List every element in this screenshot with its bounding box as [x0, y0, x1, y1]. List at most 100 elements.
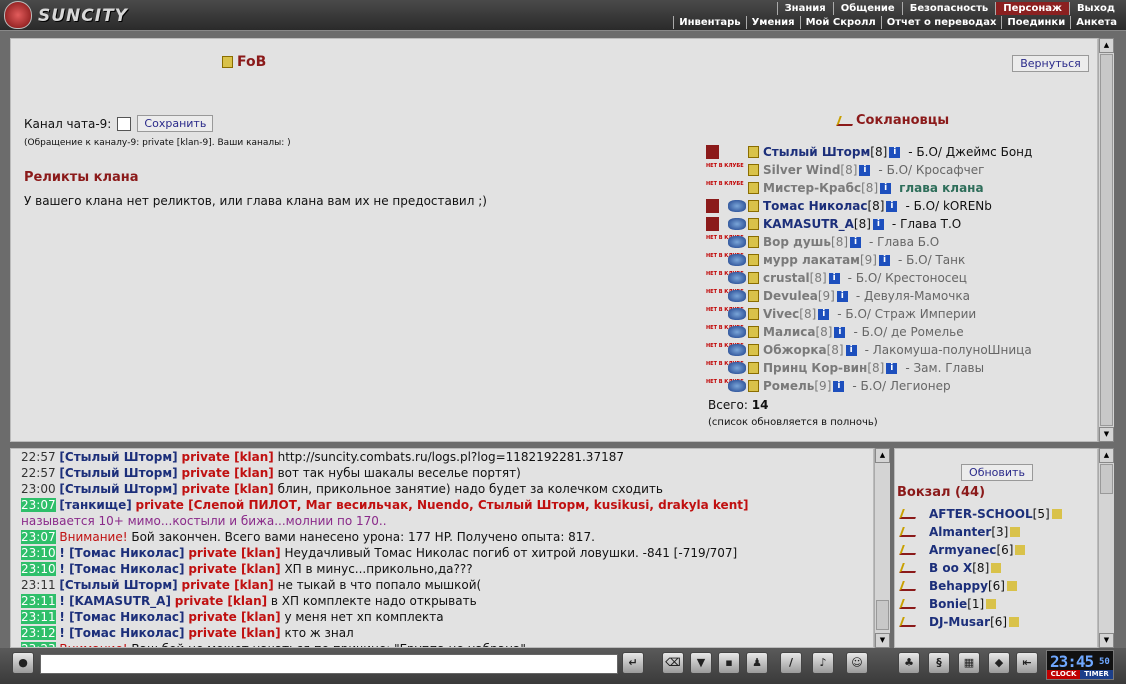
nav-item-exit[interactable]: Выход: [1068, 2, 1122, 15]
chat-time[interactable]: 23:10: [21, 546, 56, 560]
nav-item-knowledge[interactable]: Знания: [776, 2, 833, 15]
bag-icon[interactable]: ♣: [898, 652, 920, 674]
chat-private-tag[interactable]: private [klan]: [181, 578, 273, 592]
chat-author[interactable]: ! [Томас Николас]: [59, 562, 184, 576]
scroll-thumb[interactable]: [1100, 54, 1113, 426]
chat-scroll-thumb[interactable]: [876, 600, 889, 630]
main-scrollbar[interactable]: ▲ ▼: [1098, 38, 1114, 442]
chat-private-tag[interactable]: private [klan]: [175, 594, 267, 608]
info-icon[interactable]: [1009, 617, 1020, 627]
info-icon[interactable]: [1015, 545, 1026, 555]
station-player-name[interactable]: AFTER-SCHOOL: [929, 507, 1033, 521]
timer-tab[interactable]: TIMER: [1080, 670, 1113, 679]
info-icon[interactable]: [1006, 581, 1017, 591]
chat-bubble-icon[interactable]: ◆: [988, 652, 1010, 674]
walker-icon[interactable]: ♟: [746, 652, 768, 674]
member-name[interactable]: crustal: [763, 271, 810, 285]
member-name[interactable]: Малиса: [763, 325, 815, 339]
info-icon[interactable]: [1010, 527, 1021, 537]
chat-mode-icon[interactable]: ●: [12, 652, 34, 674]
back-button[interactable]: Вернуться: [1012, 55, 1089, 72]
channel-checkbox[interactable]: [117, 116, 132, 131]
nav-item-security[interactable]: Безопасность: [901, 2, 996, 15]
info-icon[interactable]: i: [834, 326, 846, 338]
member-name[interactable]: Томас Николас: [763, 199, 867, 213]
nav-item-my-scroll[interactable]: Мой Скролл: [799, 16, 881, 29]
info-icon[interactable]: [991, 563, 1002, 573]
info-icon[interactable]: [986, 599, 997, 609]
chat-time[interactable]: 23:11: [21, 578, 56, 592]
scroll-icon[interactable]: §: [928, 652, 950, 674]
chat-private-tag[interactable]: private [klan]: [181, 482, 273, 496]
save-button[interactable]: Сохранить: [137, 115, 214, 132]
chat-time[interactable]: 22:57: [21, 466, 56, 480]
send-icon[interactable]: ↵: [622, 652, 644, 674]
eraser-icon[interactable]: ⌫: [662, 652, 684, 674]
station-player-name[interactable]: Almanter: [929, 525, 991, 539]
exit-icon[interactable]: ⇤: [1016, 652, 1038, 674]
chat-author[interactable]: ! [Томас Николас]: [59, 610, 184, 624]
member-name[interactable]: Стылый Шторм: [763, 145, 870, 159]
info-icon[interactable]: i: [836, 290, 848, 302]
chat-author[interactable]: ! [Томас Николас]: [59, 546, 184, 560]
chat-input[interactable]: [40, 654, 618, 674]
scroll-down-arrow[interactable]: ▼: [1099, 427, 1114, 442]
member-name[interactable]: Ромель: [763, 379, 814, 393]
chat-author[interactable]: [танкище]: [59, 498, 131, 512]
chat-author[interactable]: [Стылый Шторм]: [59, 482, 177, 496]
refresh-button[interactable]: Обновить: [961, 464, 1033, 481]
member-name[interactable]: KAMASUTR_A: [763, 217, 854, 231]
chat-time[interactable]: 23:11: [21, 610, 56, 624]
station-scroll-up-arrow[interactable]: ▲: [1099, 448, 1114, 463]
smile-icon[interactable]: ☺: [846, 652, 868, 674]
filter-icon[interactable]: ▼: [690, 652, 712, 674]
info-icon[interactable]: i: [845, 344, 857, 356]
chat-time[interactable]: 23:07: [21, 498, 56, 512]
nav-item-transfer-report[interactable]: Отчет о переводах: [880, 16, 1002, 29]
nav-item-duels[interactable]: Поединки: [1001, 16, 1070, 29]
info-icon[interactable]: i: [859, 164, 871, 176]
chat-author[interactable]: ! [KAMASUTR_A]: [59, 594, 171, 608]
info-icon[interactable]: i: [889, 146, 901, 158]
chat-author[interactable]: [Стылый Шторм]: [59, 578, 177, 592]
chat-author[interactable]: ! [Томас Николас]: [59, 626, 184, 640]
member-name[interactable]: мурр лакатам: [763, 253, 860, 267]
station-player-name[interactable]: Bonie: [929, 597, 967, 611]
info-icon[interactable]: [1051, 509, 1062, 519]
station-player-name[interactable]: B oo X: [929, 561, 972, 575]
info-icon[interactable]: i: [828, 272, 840, 284]
info-icon[interactable]: i: [850, 236, 862, 248]
station-player-name[interactable]: DJ-Musar: [929, 615, 990, 629]
station-player-name[interactable]: Behappy: [929, 579, 988, 593]
chat-private-tag[interactable]: private [klan]: [188, 626, 280, 640]
nav-item-inventory[interactable]: Инвентарь: [673, 16, 745, 29]
save-log-icon[interactable]: ▪: [718, 652, 740, 674]
info-icon[interactable]: i: [833, 380, 845, 392]
info-icon[interactable]: i: [818, 308, 830, 320]
station-player-name[interactable]: Armyanec: [929, 543, 996, 557]
member-name[interactable]: Мистер-Крабс: [763, 181, 861, 195]
chat-author[interactable]: [Стылый Шторм]: [59, 450, 177, 464]
chat-private-tag[interactable]: private [klan]: [181, 450, 273, 464]
clock-tab[interactable]: CLOCK: [1047, 670, 1080, 679]
nav-item-character[interactable]: Персонаж: [995, 2, 1069, 15]
chat-scrollbar[interactable]: ▲ ▼: [874, 448, 890, 648]
suncity-logo[interactable]: SUNCITY: [4, 1, 154, 29]
chat-private-tag[interactable]: private [klan]: [188, 562, 280, 576]
info-icon[interactable]: i: [872, 218, 884, 230]
chat-scroll-up-arrow[interactable]: ▲: [875, 448, 890, 463]
nav-item-skills[interactable]: Умения: [745, 16, 800, 29]
chat-private-tag[interactable]: private [klan]: [188, 546, 280, 560]
chat-time[interactable]: 23:10: [21, 562, 56, 576]
member-name[interactable]: Принц Кор-вин: [763, 361, 867, 375]
member-name[interactable]: Vivec: [763, 307, 799, 321]
scroll-up-arrow[interactable]: ▲: [1099, 38, 1114, 53]
chat-time[interactable]: 23:12: [21, 626, 56, 640]
chat-private-tag[interactable]: private [Слепой ПИЛОТ, Маг весильчак, Nu…: [136, 498, 749, 512]
chat-time[interactable]: 23:07: [21, 530, 56, 544]
info-icon[interactable]: i: [880, 182, 892, 194]
member-name[interactable]: Silver Wind: [763, 163, 840, 177]
info-icon[interactable]: i: [886, 200, 898, 212]
chat-author[interactable]: [Стылый Шторм]: [59, 466, 177, 480]
chat-time[interactable]: 23:11: [21, 594, 56, 608]
